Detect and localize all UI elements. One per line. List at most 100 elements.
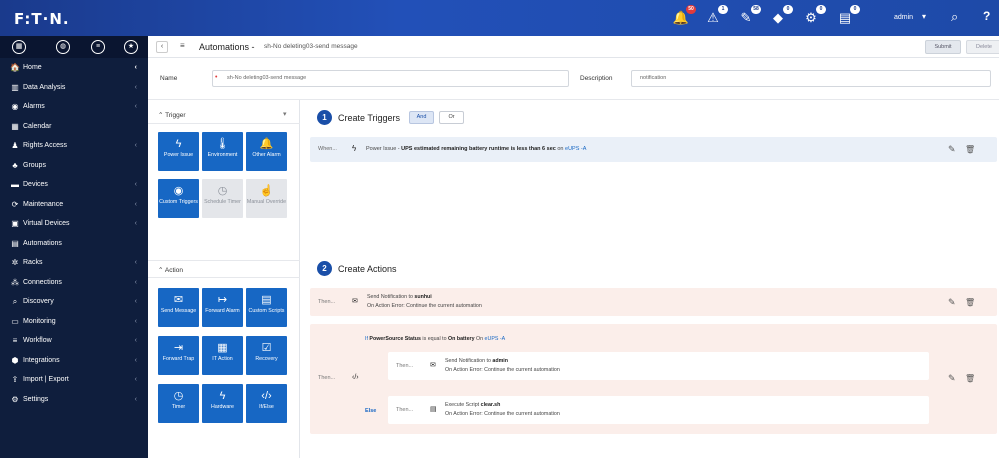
tile-custom-triggers[interactable]: ◉ Custom Triggers xyxy=(158,179,199,218)
and-toggle[interactable]: And xyxy=(409,111,434,124)
grid-tab-icon[interactable]: ▦ xyxy=(12,40,26,54)
create-triggers-title: Create Triggers xyxy=(338,113,401,123)
sidebar-item-import-export[interactable]: ⇪ Import | Export ‹ xyxy=(0,370,148,390)
name-input[interactable]: sh-No deleting03-send message xyxy=(212,70,569,87)
action-target: sunhui xyxy=(414,294,432,300)
help-icon[interactable]: ? xyxy=(983,9,990,23)
action-row-if-else[interactable]: Then... ‹/› If PowerSource Status is equ… xyxy=(310,324,997,434)
delete-button[interactable]: Delete xyxy=(966,40,999,54)
tile-forward-trap[interactable]: ⇥ Forward Trap xyxy=(158,336,199,375)
notes-icon[interactable]: ▤ 0 xyxy=(836,5,860,27)
chevron-left-icon: ‹ xyxy=(134,298,137,305)
trap-icon: ⇥ xyxy=(173,342,184,354)
caret-down-icon[interactable]: ▾ xyxy=(922,12,926,21)
envelope-icon: ✉ xyxy=(352,298,358,305)
trigger-panel-header[interactable]: ⌃ Trigger ▾ xyxy=(148,106,300,124)
sidebar-item-groups[interactable]: ♣ Groups xyxy=(0,156,148,176)
edit-icon[interactable]: ✎ xyxy=(948,373,956,384)
tile-label: Forward Alarm xyxy=(205,308,240,314)
sidebar-item-discovery[interactable]: ⌕ Discovery ‹ xyxy=(0,292,148,312)
tile-it-action[interactable]: ▦ IT Action xyxy=(202,336,243,375)
maintenance-icon: ⟳ xyxy=(11,199,19,209)
action-panel-header[interactable]: ⌃ Action xyxy=(148,260,300,278)
trash-icon[interactable]: 🗑 xyxy=(965,374,975,383)
edit-icon[interactable]: ✎ xyxy=(948,297,956,308)
sidebar-item-label: Monitoring xyxy=(23,317,56,325)
code-icon: ‹/› xyxy=(352,374,359,381)
trash-icon[interactable]: 🗑 xyxy=(965,145,975,154)
action-description: Execute Script clear.sh xyxy=(445,402,500,408)
security-tag-icon[interactable]: ◆ 0 xyxy=(769,5,793,27)
edit-icon[interactable]: ✎ xyxy=(948,144,956,155)
tile-other-alarm[interactable]: 🔔 Other Alarm xyxy=(246,132,287,171)
tile-send-message[interactable]: ✉ Send Message xyxy=(158,288,199,327)
warning-icon[interactable]: ⚠ 1 xyxy=(704,5,728,27)
search-icon[interactable]: ⌕ xyxy=(951,9,958,25)
action-row-send-notification[interactable]: Then... ✉ Send Notification to sunhui On… xyxy=(310,288,997,316)
submit-button[interactable]: Submit xyxy=(925,40,961,54)
if-condition: If PowerSource Status is equal to On bat… xyxy=(365,336,505,342)
sidebar-item-label: Groups xyxy=(23,161,46,169)
sidebar-item-home[interactable]: 🏠 Home ‹ xyxy=(0,58,148,78)
form-row: Name sh-No deleting03-send message • Des… xyxy=(148,58,999,100)
tile-custom-scripts[interactable]: ▤ Custom Scripts xyxy=(246,288,287,327)
user-menu[interactable]: admin xyxy=(894,14,913,21)
chevron-up-icon: ⌃ xyxy=(158,267,164,274)
chevron-left-icon: ‹ xyxy=(134,103,137,110)
sidebar: ▦ ◍ ≡ ★ 🏠 Home ‹ ▥ Data Analysis ‹ ◉ Alarms ‹ … xyxy=(0,36,148,458)
or-toggle[interactable]: Or xyxy=(439,111,464,124)
sidebar-item-data-analysis[interactable]: ▥ Data Analysis ‹ xyxy=(0,78,148,98)
tile-timer[interactable]: ◷ Timer xyxy=(158,384,199,423)
page-header: ‹ ≡ Automations - sh-No deleting03-send … xyxy=(148,36,999,58)
rule-source: Power Issue - xyxy=(366,146,402,152)
sidebar-item-integrations[interactable]: ⬢ Integrations ‹ xyxy=(0,351,148,371)
sidebar-item-workflow[interactable]: ≡ Workflow ‹ xyxy=(0,331,148,351)
sidebar-item-racks[interactable]: ✲ Racks ‹ xyxy=(0,253,148,273)
discovery-icon: ⌕ xyxy=(12,297,18,306)
tile-environment[interactable]: 🌡 Environment xyxy=(202,132,243,171)
step-1-badge: 1 xyxy=(317,110,332,125)
tile-forward-alarm[interactable]: ↦ Forward Alarm xyxy=(202,288,243,327)
rule-condition: UPS estimated remaining battery runtime … xyxy=(401,146,556,152)
tile-label: Hardware xyxy=(211,404,234,410)
sidebar-item-connections[interactable]: ⁂ Connections ‹ xyxy=(0,273,148,293)
tile-recovery[interactable]: ☑ Recovery xyxy=(246,336,287,375)
if-then-card[interactable]: Then... ✉ Send Notification to admin On … xyxy=(388,352,929,380)
back-button[interactable]: ‹ xyxy=(156,41,168,53)
tile-power-issue[interactable]: ϟ Power Issue xyxy=(158,132,199,171)
sidebar-item-automations[interactable]: ▤ Automations xyxy=(0,234,148,254)
star-tab-icon[interactable]: ★ xyxy=(124,40,138,54)
list-tab-icon[interactable]: ≡ xyxy=(91,40,105,54)
notes-badge: 0 xyxy=(850,5,860,14)
user-key-icon: ♟ xyxy=(11,141,19,150)
sidebar-item-maintenance[interactable]: ⟳ Maintenance ‹ xyxy=(0,195,148,215)
bolt-icon: ϟ xyxy=(352,144,357,153)
sidebar-item-virtual-devices[interactable]: ▣ Virtual Devices ‹ xyxy=(0,214,148,234)
tile-label: Forward Trap xyxy=(162,356,195,362)
globe-tab-icon[interactable]: ◍ xyxy=(56,40,70,54)
tile-hardware[interactable]: ϟ Hardware xyxy=(202,384,243,423)
trash-icon[interactable]: 🗑 xyxy=(965,298,975,307)
tile-if-else[interactable]: ‹/› If/Else xyxy=(246,384,287,423)
menu-icon[interactable]: ≡ xyxy=(180,41,185,50)
sidebar-item-calendar[interactable]: ▦ Calendar xyxy=(0,117,148,137)
on-error-text: On Action Error: Continue the current au… xyxy=(445,367,560,373)
monitor-icon: ▭ xyxy=(11,316,19,326)
chevron-left-icon: ‹ xyxy=(134,181,137,188)
trigger-rule-row[interactable]: When... ϟ Power Issue - UPS estimated re… xyxy=(310,137,997,162)
sidebar-item-monitoring[interactable]: ▭ Monitoring ‹ xyxy=(0,312,148,332)
rule-device-link[interactable]: eUPS -A xyxy=(565,146,586,152)
sidebar-item-rights-access[interactable]: ♟ Rights Access ‹ xyxy=(0,136,148,156)
caret-down-icon[interactable]: ▾ xyxy=(283,110,287,118)
sidebar-item-label: Racks xyxy=(23,259,43,266)
alarm-bell-icon[interactable]: 🔔 50 xyxy=(672,5,696,27)
tag-icon[interactable]: ✎ 58 xyxy=(737,5,761,27)
if-device-link[interactable]: eUPS -A xyxy=(485,336,506,342)
sidebar-item-settings[interactable]: ⚙ Settings ‹ xyxy=(0,390,148,410)
settings-badge-icon[interactable]: ⚙ 0 xyxy=(802,5,826,27)
sidebar-item-alarms[interactable]: ◉ Alarms ‹ xyxy=(0,97,148,117)
else-card[interactable]: Then... ▤ Execute Script clear.sh On Act… xyxy=(388,396,929,424)
description-input[interactable]: notification xyxy=(631,70,991,87)
sidebar-item-devices[interactable]: ▬ Devices ‹ xyxy=(0,175,148,195)
description-label: Description xyxy=(580,75,613,82)
